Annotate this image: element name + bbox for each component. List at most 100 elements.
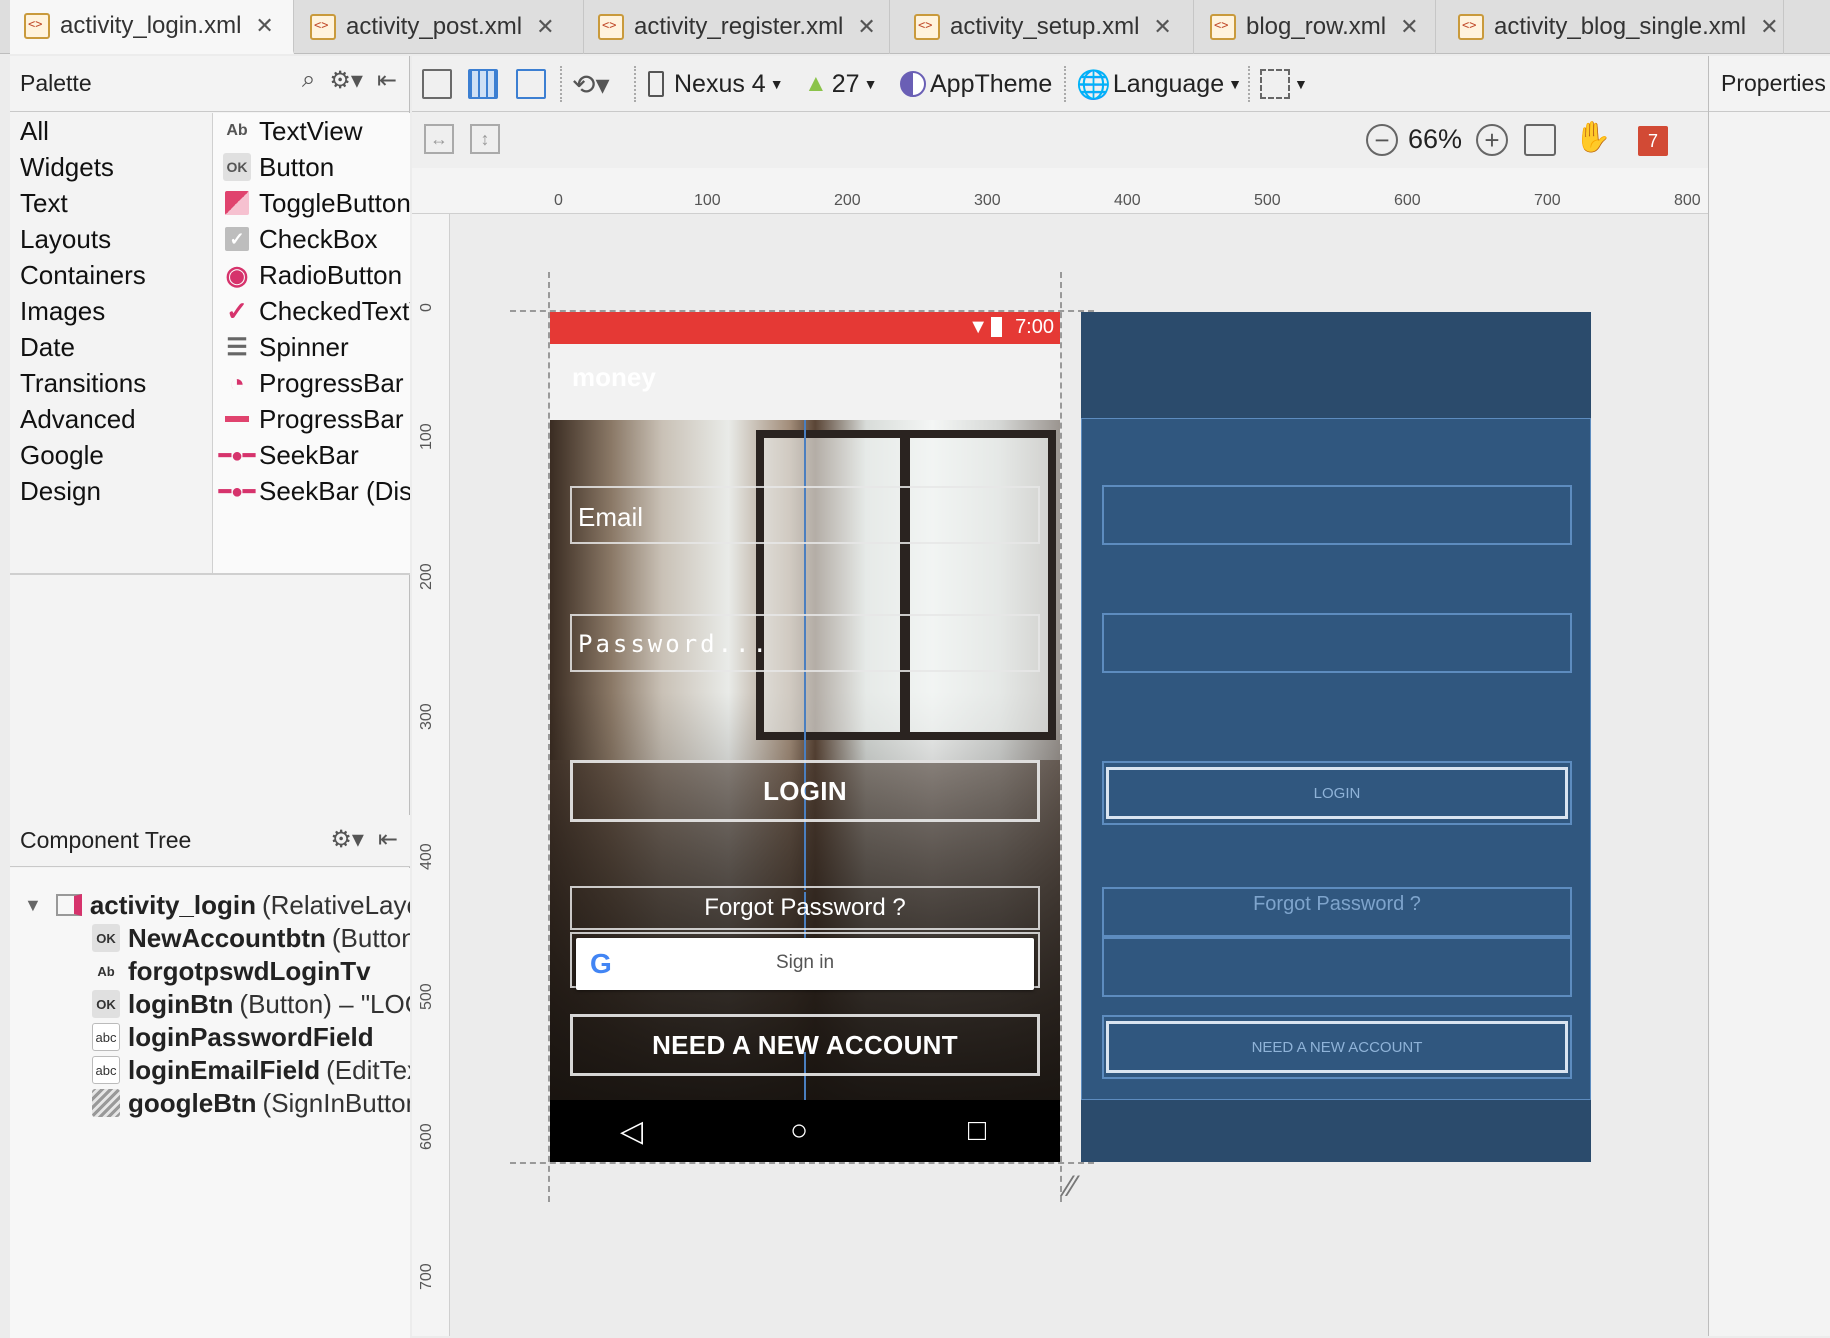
email-field[interactable]: Email: [570, 486, 1040, 544]
tab-label: activity_login.xml: [60, 11, 242, 39]
category-layouts[interactable]: Layouts: [10, 221, 210, 257]
category-design[interactable]: Design: [10, 473, 210, 509]
xml-file-icon: [598, 14, 624, 40]
design-blueprint-button[interactable]: [516, 56, 546, 112]
theme-label: AppTheme: [930, 69, 1053, 98]
blueprint-view-button[interactable]: [468, 56, 498, 112]
rotate-icon: ⟲▾: [572, 68, 610, 100]
widget-progressbar-horizontal[interactable]: ProgressBar: [213, 401, 410, 437]
phone-icon: [648, 71, 664, 97]
widget-button[interactable]: OK Button: [213, 149, 410, 185]
error-count-badge[interactable]: 7: [1638, 126, 1668, 156]
gear-icon[interactable]: ⚙▾: [329, 66, 363, 95]
expand-arrow-icon[interactable]: ▼: [24, 895, 42, 916]
tree-node-googlebtn[interactable]: googleBtn (SignInButton): [92, 1084, 410, 1122]
login-button[interactable]: LOGIN: [570, 760, 1040, 822]
blueprint-preview[interactable]: LOGIN Forgot Password ? NEED A NEW ACCOU…: [1081, 312, 1591, 1162]
widget-checkedtextview[interactable]: ✓ CheckedTextView: [213, 293, 410, 329]
blueprint-email-field[interactable]: [1102, 485, 1572, 545]
tab-activity-setup[interactable]: activity_setup.xml ✕: [900, 0, 1194, 54]
seekbar-icon: ━●━: [218, 480, 256, 503]
layout-variants-button[interactable]: ▼: [1260, 56, 1308, 112]
close-icon[interactable]: ✕: [1760, 14, 1778, 40]
widget-seekbar-discrete[interactable]: ━●━SeekBar (Discrete): [213, 473, 410, 509]
textview-icon: Ab: [226, 122, 248, 139]
blueprint-new-account-button[interactable]: NEED A NEW ACCOUNT: [1106, 1021, 1568, 1073]
category-transitions[interactable]: Transitions: [10, 365, 210, 401]
blueprint-google-button[interactable]: [1102, 937, 1572, 997]
close-icon[interactable]: ✕: [536, 14, 554, 40]
palette-widget-list: Ab TextView OK Button ToggleButton ✓ CheckB…: [212, 113, 410, 573]
language-selector[interactable]: 🌐 Language ▼: [1076, 56, 1242, 112]
component-tree-title: Component Tree: [20, 827, 192, 853]
widget-progressbar-circle[interactable]: ◔ ProgressBar: [213, 365, 410, 401]
tab-activity-post[interactable]: activity_post.xml ✕: [296, 0, 584, 54]
category-google[interactable]: Google: [10, 437, 210, 473]
widget-seekbar[interactable]: ━●━ SeekBar: [213, 437, 410, 473]
category-text[interactable]: Text: [10, 185, 210, 221]
tab-activity-blog-single[interactable]: activity_blog_single.xml ✕: [1444, 0, 1784, 54]
expand-horizontal-icon[interactable]: ↔: [424, 124, 454, 154]
category-date[interactable]: Date: [10, 329, 210, 365]
tab-activity-login[interactable]: activity_login.xml ✕: [10, 0, 294, 54]
api-level-selector[interactable]: ▲ 27 ▼: [804, 56, 877, 112]
android-icon: ▲: [804, 70, 828, 97]
ruler-tick-label: 200: [418, 563, 435, 590]
close-icon[interactable]: ✕: [857, 14, 875, 40]
wifi-icon: ▼: [968, 316, 988, 338]
status-bar: ▼ 7:00: [550, 312, 1060, 344]
widget-textview[interactable]: Ab TextView: [213, 113, 410, 149]
ruler-tick-label: 700: [1534, 192, 1561, 209]
forgot-password-link[interactable]: Forgot Password ?: [570, 886, 1040, 930]
expand-vertical-icon[interactable]: ↕: [470, 124, 500, 154]
widget-checkbox[interactable]: ✓ CheckBox: [213, 221, 410, 257]
device-selector[interactable]: Nexus 4 ▼: [648, 56, 784, 112]
close-icon[interactable]: ✕: [1153, 14, 1171, 40]
design-preview[interactable]: ▼ 7:00 money Email Password... LOGIN For…: [550, 312, 1060, 1162]
new-account-button[interactable]: NEED A NEW ACCOUNT: [570, 1014, 1040, 1076]
category-all[interactable]: All: [10, 113, 210, 149]
widget-togglebutton[interactable]: ToggleButton: [213, 185, 410, 221]
gear-icon[interactable]: ⚙▾: [330, 825, 364, 854]
close-icon[interactable]: ✕: [255, 13, 273, 39]
category-images[interactable]: Images: [10, 293, 210, 329]
search-icon[interactable]: ⌕: [302, 66, 315, 95]
widget-label: SeekBar (Discrete): [259, 475, 410, 506]
zoom-to-fit-icon[interactable]: [1524, 124, 1556, 156]
hide-panel-icon[interactable]: ⇤: [377, 66, 397, 95]
orientation-button[interactable]: ⟲▾: [572, 56, 610, 112]
pan-hand-icon[interactable]: ✋: [1574, 120, 1611, 155]
xml-file-icon: [1458, 14, 1484, 40]
google-signin-button[interactable]: G Sign in: [576, 938, 1034, 990]
resize-handle-icon[interactable]: ⁄⁄: [1066, 1170, 1076, 1204]
layout-variants-icon: [1260, 69, 1290, 99]
blueprint-login-button[interactable]: LOGIN: [1106, 767, 1568, 819]
category-advanced[interactable]: Advanced: [10, 401, 210, 437]
recents-icon: □: [968, 1114, 987, 1147]
design-view-button[interactable]: [422, 56, 452, 112]
zoom-in-icon[interactable]: +: [1476, 124, 1508, 156]
widget-radiobutton[interactable]: ◉ RadioButton: [213, 257, 410, 293]
close-icon[interactable]: ✕: [1400, 14, 1418, 40]
hide-panel-icon[interactable]: ⇤: [378, 825, 398, 854]
tab-blog-row[interactable]: blog_row.xml ✕: [1196, 0, 1436, 54]
widget-label: CheckedTextView: [259, 295, 410, 326]
category-containers[interactable]: Containers: [10, 257, 210, 293]
category-widgets[interactable]: Widgets: [10, 149, 210, 185]
blueprint-root-layout: LOGIN Forgot Password ? NEED A NEW ACCOU…: [1081, 418, 1591, 1100]
tab-activity-register[interactable]: activity_register.xml ✕: [584, 0, 890, 54]
chevron-down-icon: ▼: [863, 76, 878, 92]
horizontal-ruler: 0 100 200 300 400 500 600 700 800: [412, 168, 1708, 214]
palette-divider: [10, 573, 410, 575]
widget-label: TextView: [259, 115, 363, 146]
widget-spinner[interactable]: ☰ Spinner: [213, 329, 410, 365]
node-type: (Button) – "LOGIN": [239, 988, 410, 1019]
blueprint-forgot-label[interactable]: Forgot Password ?: [1104, 893, 1570, 916]
theme-selector[interactable]: AppTheme: [900, 56, 1052, 112]
zoom-out-icon[interactable]: −: [1366, 124, 1398, 156]
component-tree: ▼ activity_login (RelativeLayout) OK New…: [10, 868, 410, 1338]
blueprint-password-field[interactable]: [1102, 613, 1572, 673]
theme-icon: [900, 71, 926, 97]
password-field[interactable]: Password...: [570, 614, 1040, 672]
node-id: loginPasswordField: [128, 1021, 374, 1052]
